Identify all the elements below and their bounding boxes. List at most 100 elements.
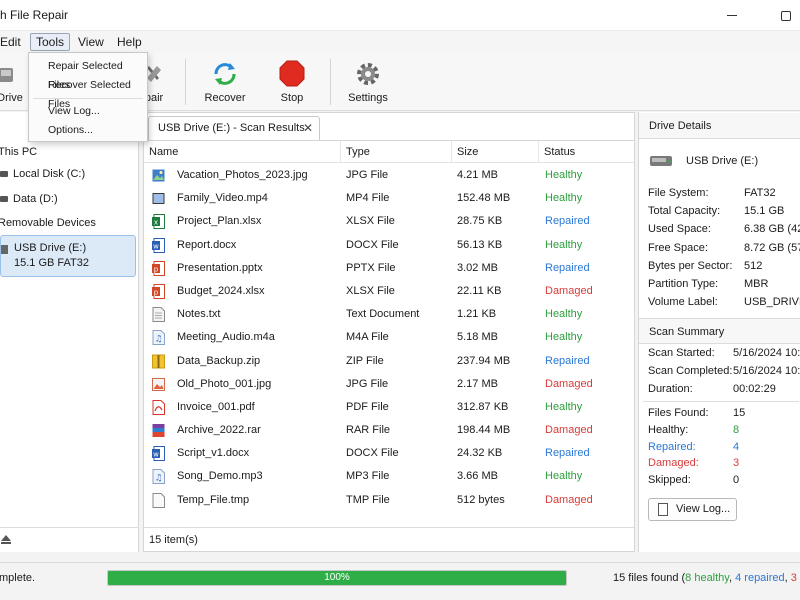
file-type: DOCX File xyxy=(346,447,399,460)
tree-local-disk[interactable]: Local Disk (C:) xyxy=(0,168,85,180)
drive-name: USB Drive (E:) xyxy=(686,155,759,167)
image-icon xyxy=(152,168,165,183)
file-type: XLSX File xyxy=(346,215,395,228)
menu-tools[interactable]: Tools xyxy=(30,33,71,51)
summary-prefix: 15 files found ( xyxy=(613,572,686,584)
file-name: Data_Backup.zip xyxy=(177,354,261,367)
tools-dropdown-menu: Repair Selected Files Recover Selected F… xyxy=(28,52,148,142)
summary-damaged: 3 da xyxy=(790,572,800,584)
column-name[interactable]: Name xyxy=(144,141,341,163)
table-row[interactable]: Archive_2022.rar RAR File 198.44 MB Damaged xyxy=(144,419,634,442)
file-type: DOCX File xyxy=(346,238,399,251)
tree-removable-devices[interactable]: Removable Devices xyxy=(0,217,96,229)
stop-button[interactable]: Stop xyxy=(270,57,314,107)
table-row[interactable]: Invoice_001.pdf PDF File 312.87 KB Healthy xyxy=(144,396,634,419)
detail-label: Volume Label: xyxy=(648,296,718,309)
detail-value: MBR xyxy=(744,278,769,290)
usb-drive-icon xyxy=(650,156,672,166)
table-row[interactable]: ♫ Song_Demo.mp3 MP3 File 3.66 MB Healthy xyxy=(144,465,634,488)
scan-completed-value: 5/16/2024 10:2 xyxy=(733,365,800,377)
menu-edit[interactable]: Edit xyxy=(0,33,26,51)
svg-text:♫: ♫ xyxy=(154,335,162,345)
file-type: RAR File xyxy=(346,424,391,437)
column-type[interactable]: Type xyxy=(341,141,452,163)
table-row[interactable]: Temp_File.tmp TMP File 512 bytes Damaged xyxy=(144,489,634,512)
view-log-button[interactable]: View Log... xyxy=(648,498,737,521)
file-name: Budget_2024.xlsx xyxy=(177,284,265,297)
table-row[interactable]: Data_Backup.zip ZIP File 237.94 MB Repaired xyxy=(144,350,634,373)
status-bar: mplete. 100% 15 files found (8 healthy, … xyxy=(0,562,800,600)
file-size: 3.02 MB xyxy=(457,261,498,274)
menu-recover-selected[interactable]: Recover Selected Files xyxy=(29,76,147,110)
table-row[interactable]: p Presentation.pptx PPTX File 3.02 MB Repair… xyxy=(144,257,634,280)
tree-usb-drive[interactable]: USB Drive (E:) 15.1 GB FAT32 xyxy=(0,235,136,277)
table-row[interactable]: w Report.docx DOCX File 56.13 KB Healthy xyxy=(144,234,634,257)
summary-repaired: 4 repaired xyxy=(735,572,785,584)
svg-text:p: p xyxy=(154,288,159,296)
progress-label: 100% xyxy=(324,572,350,583)
item-count: 15 item(s) xyxy=(144,527,634,552)
file-size: 22.11 KB xyxy=(457,284,502,297)
audio-icon: ♫ xyxy=(152,330,165,346)
zip-icon xyxy=(152,354,165,369)
file-name: Song_Demo.mp3 xyxy=(177,470,263,483)
table-row[interactable]: p Budget_2024.xlsx XLSX File 22.11 KB Damage… xyxy=(144,280,634,303)
table-row[interactable]: w Script_v1.docx DOCX File 24.32 KB Repaired xyxy=(144,442,634,465)
files-found-summary: 15 files found (8 healthy, 4 repaired, 3… xyxy=(613,572,800,584)
title-bar: h File Repair xyxy=(0,0,800,31)
tree-data-drive[interactable]: Data (D:) xyxy=(0,193,58,205)
file-name: Family_Video.mp4 xyxy=(177,192,268,205)
eject-icon[interactable] xyxy=(0,534,12,548)
blank-file-icon xyxy=(152,492,165,508)
tree-local-disk-label: Local Disk (C:) xyxy=(13,168,86,180)
scan-drive-label: Drive xyxy=(0,92,23,104)
table-row[interactable]: Vacation_Photos_2023.jpg JPG File 4.21 MB H… xyxy=(144,164,634,187)
tree-this-pc[interactable]: This PC xyxy=(0,146,37,158)
rar-icon xyxy=(152,423,165,438)
scan-completed-label: Scan Completed: xyxy=(648,365,733,377)
file-size: 237.94 MB xyxy=(457,354,511,367)
file-name: Vacation_Photos_2023.jpg xyxy=(177,169,308,181)
menu-view-log[interactable]: View Log... xyxy=(29,102,147,121)
close-icon[interactable]: ✕ xyxy=(303,117,313,139)
table-row[interactable]: Notes.txt Text Document 1.21 KB Healthy xyxy=(144,303,634,326)
table-header: Name Type Size Status xyxy=(144,141,634,163)
word-icon: w xyxy=(152,237,165,253)
menu-repair-selected[interactable]: Repair Selected Files xyxy=(29,57,147,91)
file-size: 2.17 MB xyxy=(457,377,498,390)
table-row[interactable]: Old_Photo_001.jpg JPG File 2.17 MB Damaged xyxy=(144,373,634,396)
detail-label: Bytes per Sector: xyxy=(648,259,733,272)
file-type: XLSX File xyxy=(346,284,395,297)
table-row[interactable]: ♫ Meeting_Audio.m4a M4A File 5.18 MB Healthy xyxy=(144,326,634,349)
file-status: Damaged xyxy=(545,424,593,437)
table-row[interactable]: x Project_Plan.xlsx XLSX File 28.75 KB Repai… xyxy=(144,210,634,233)
file-status: Healthy xyxy=(545,331,583,344)
file-size: 56.13 KB xyxy=(457,238,503,251)
table-row[interactable]: Family_Video.mp4 MP4 File 152.48 MB Healthy xyxy=(144,187,634,210)
scan-drive-button[interactable]: Drive xyxy=(0,57,30,107)
detail-value: 8.72 GB (57.8 xyxy=(744,241,800,254)
healthy-label: Healthy: xyxy=(648,424,689,436)
scan-summary-title: Scan Summary xyxy=(639,318,800,344)
menu-options[interactable]: Options... xyxy=(29,121,147,140)
repaired-value: 4 xyxy=(733,441,740,453)
file-status: Damaged xyxy=(545,284,593,297)
file-status: Repaired xyxy=(545,261,590,274)
menu-view[interactable]: View xyxy=(73,33,109,51)
column-size[interactable]: Size xyxy=(452,141,539,163)
detail-label: File System: xyxy=(648,187,709,199)
column-status[interactable]: Status xyxy=(539,141,634,163)
tab-scan-results[interactable]: USB Drive (E:) - Scan Results ✕ xyxy=(148,116,320,140)
settings-button[interactable]: Settings xyxy=(344,57,392,107)
disk-icon xyxy=(0,196,8,203)
repaired-label: Repaired: xyxy=(648,441,696,453)
minimize-button[interactable] xyxy=(718,5,746,25)
word-icon: w xyxy=(152,446,165,462)
maximize-button[interactable] xyxy=(772,5,800,25)
recover-button[interactable]: Recover xyxy=(200,57,250,107)
files-found-label: Files Found: xyxy=(648,407,709,419)
file-name: Archive_2022.rar xyxy=(177,424,261,437)
svg-text:w: w xyxy=(153,451,159,459)
menu-help[interactable]: Help xyxy=(112,33,147,51)
svg-text:p: p xyxy=(154,265,159,273)
